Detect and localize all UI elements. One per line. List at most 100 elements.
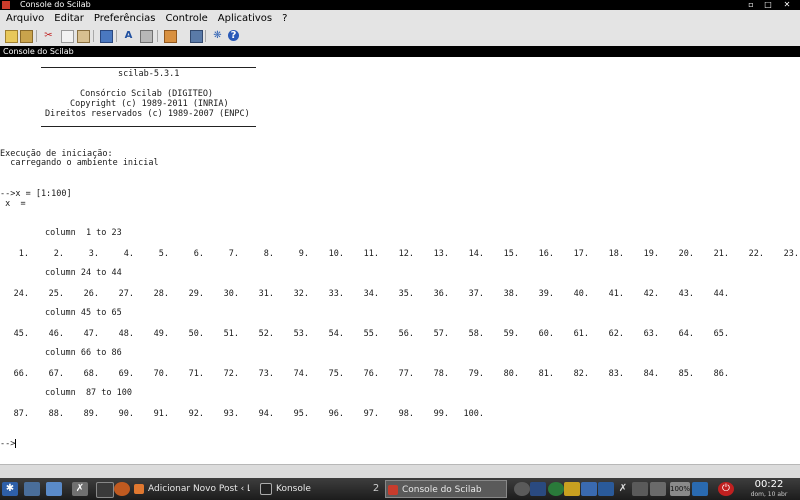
notification-icon[interactable] (564, 482, 580, 496)
console-value: 46. (48, 329, 64, 339)
print-icon[interactable] (140, 30, 153, 43)
file-manager-icon[interactable] (46, 482, 62, 496)
volume-icon[interactable] (632, 482, 648, 496)
module-manager-icon[interactable]: ❋ (212, 30, 223, 41)
device-icon[interactable] (650, 482, 666, 496)
console-value: 84. (643, 369, 659, 379)
help-icon[interactable]: ? (228, 30, 239, 41)
banner-version: scilab-5.3.1 (118, 69, 180, 79)
font-icon[interactable]: A (123, 30, 134, 41)
menu-arquivo[interactable]: Arquivo (0, 13, 48, 24)
battery-icon[interactable]: 100% (670, 482, 690, 496)
console-value: 1. (18, 249, 29, 259)
console-value: 48. (118, 329, 134, 339)
firefox-icon[interactable] (114, 482, 130, 496)
konsole-icon (260, 482, 272, 495)
new-file-icon[interactable] (5, 30, 18, 43)
console-value: 9. (298, 249, 309, 259)
kde-menu-icon[interactable]: ✱ (2, 482, 18, 496)
update-icon[interactable] (548, 482, 564, 496)
console-value: 87. (13, 409, 29, 419)
console-value: 80. (503, 369, 519, 379)
desktop-icon[interactable] (24, 482, 40, 496)
variable-browser-icon[interactable] (164, 30, 177, 43)
console-value: 36. (433, 289, 449, 299)
console-value: 60. (538, 329, 554, 339)
console-value: 51. (223, 329, 239, 339)
console-value: 57. (433, 329, 449, 339)
text-cursor (15, 439, 17, 448)
task-konsole[interactable]: Konsole (258, 480, 358, 498)
console-value: 75. (328, 369, 344, 379)
console-value: 17. (573, 249, 589, 259)
copy-icon[interactable] (61, 30, 74, 43)
console-value: 94. (258, 409, 274, 419)
console-value: 33. (328, 289, 344, 299)
task-scilab[interactable]: Console do Scilab (385, 480, 507, 498)
scilab-app-icon[interactable] (2, 1, 10, 9)
console-value: 20. (678, 249, 694, 259)
console-value: 16. (538, 249, 554, 259)
close-icon[interactable]: ✕ (781, 0, 793, 10)
menu-aplicativos[interactable]: Aplicativos (212, 13, 276, 24)
folder-icon[interactable] (100, 30, 113, 43)
desktop-pager[interactable]: 2 (368, 482, 384, 496)
clock[interactable]: 00:22 dom, 10 abr (740, 479, 798, 499)
menu-editar[interactable]: Editar (48, 13, 88, 24)
clipboard-icon[interactable] (581, 482, 597, 496)
console-prompt[interactable]: --> (0, 439, 17, 450)
console-value: 14. (468, 249, 484, 259)
console-value: 61. (573, 329, 589, 339)
console-value: 76. (363, 369, 379, 379)
minimize-icon[interactable]: ▫ (745, 0, 757, 10)
console-value: 22. (748, 249, 764, 259)
console-value: 11. (363, 249, 379, 259)
menu-preferencias[interactable]: Preferências (88, 13, 160, 24)
console-value: 55. (363, 329, 379, 339)
open-file-icon[interactable] (20, 30, 33, 43)
console-value: 39. (538, 289, 554, 299)
kde-icon[interactable] (692, 482, 708, 496)
console-value: 15. (503, 249, 519, 259)
console-value: 93. (223, 409, 239, 419)
console-value: 95. (293, 409, 309, 419)
console-value: 73. (258, 369, 274, 379)
console-value: 27. (118, 289, 134, 299)
console-output[interactable]: scilab-5.3.1 Consórcio Scilab (DIGITEO) … (0, 57, 800, 464)
console-value: 88. (48, 409, 64, 419)
console-value: 58. (468, 329, 484, 339)
console-value: 64. (678, 329, 694, 339)
console-value: 54. (328, 329, 344, 339)
console-icon[interactable] (190, 30, 203, 43)
cut-icon[interactable]: ✂ (43, 30, 54, 41)
bluetooth-icon[interactable] (598, 482, 614, 496)
console-value: 31. (258, 289, 274, 299)
console-value: 32. (293, 289, 309, 299)
result-label: x = (0, 199, 26, 209)
console-value: 21. (713, 249, 729, 259)
console-value: 91. (153, 409, 169, 419)
console-value: 74. (293, 369, 309, 379)
task-label: Adicionar Novo Post ‹ Lib (148, 484, 250, 494)
calendar-icon[interactable] (530, 482, 546, 496)
settings-icon[interactable]: ✗ (72, 482, 88, 496)
tools-icon[interactable]: ✗ (615, 482, 631, 496)
console-value: 79. (468, 369, 484, 379)
menu-controle[interactable]: Controle (159, 13, 211, 24)
console-value: 90. (118, 409, 134, 419)
console-value: 19. (643, 249, 659, 259)
terminal-icon[interactable] (96, 482, 114, 498)
task-firefox[interactable]: Adicionar Novo Post ‹ Lib (132, 480, 250, 498)
console-value: 86. (713, 369, 729, 379)
power-icon[interactable]: ⏻ (718, 482, 734, 496)
console-value: 52. (258, 329, 274, 339)
column-header: column 1 to 23 (45, 228, 122, 238)
maximize-icon[interactable]: □ (762, 0, 774, 10)
paste-icon[interactable] (77, 30, 90, 43)
network-icon[interactable] (514, 482, 530, 496)
value-row: 66. 67. 68. 69. 70. 71. 72. 73. 74. 75. 76. 77. 78. 7… (0, 369, 800, 380)
console-value: 23. (783, 249, 799, 259)
console-value: 12. (398, 249, 414, 259)
console-value: 5. (158, 249, 169, 259)
menu-help[interactable]: ? (276, 13, 291, 24)
